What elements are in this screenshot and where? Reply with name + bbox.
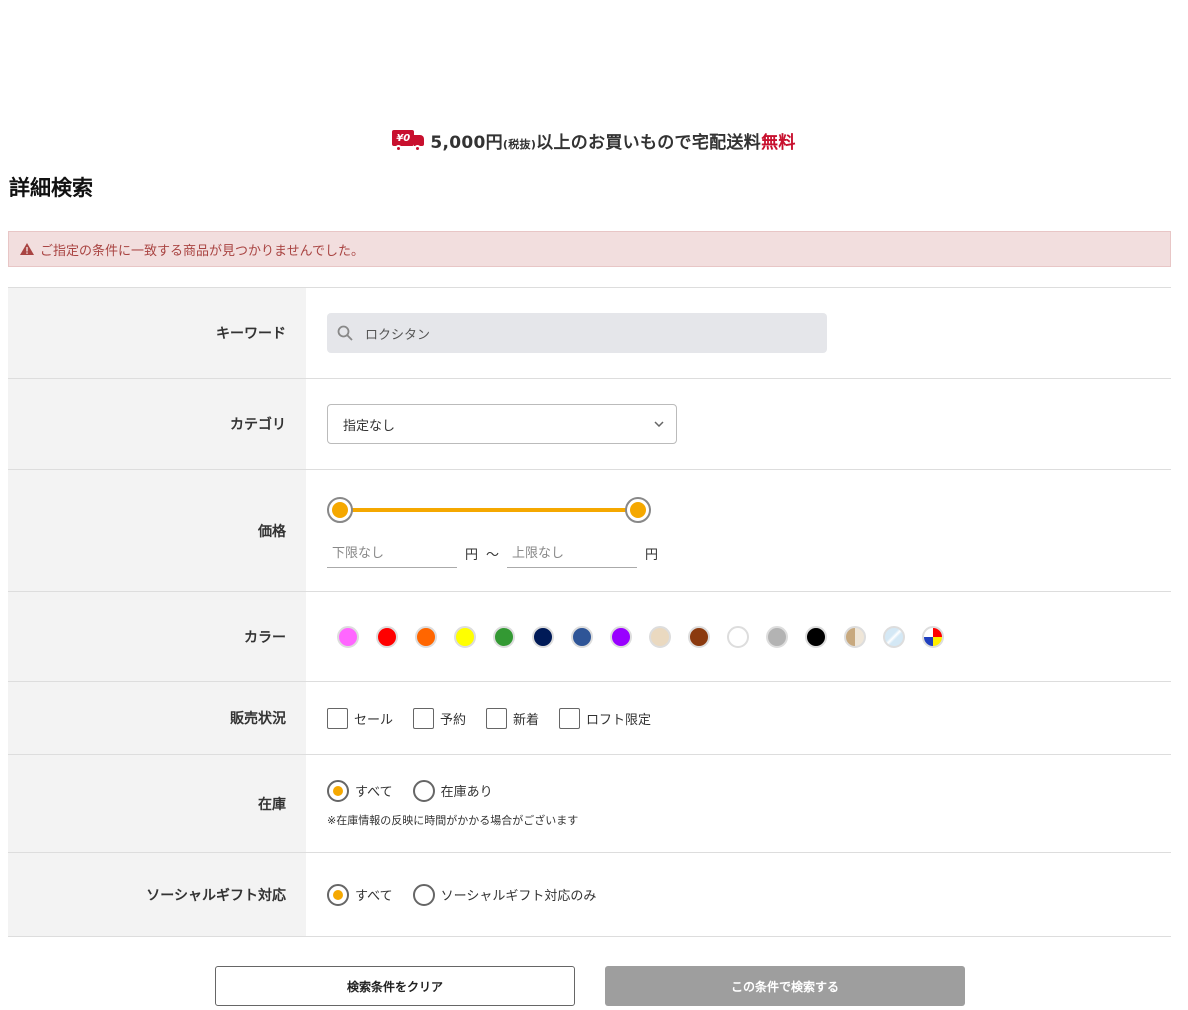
stock-note: ※在庫情報の反映に時間がかかる場合がございます: [327, 813, 579, 827]
price-slider[interactable]: [327, 496, 653, 526]
keyword-label: キーワード: [8, 288, 307, 378]
price-slider-track: [340, 507, 640, 512]
radio-label: 在庫あり: [440, 785, 493, 800]
color-row: カラー: [8, 592, 1171, 682]
checkbox-new[interactable]: 新着: [486, 707, 540, 729]
radio-stock-all[interactable]: すべて: [327, 779, 393, 802]
radio-stock-available[interactable]: 在庫あり: [412, 779, 493, 802]
radio-gift-all[interactable]: すべて: [327, 883, 393, 906]
warning-icon: [20, 243, 34, 255]
color-swatch[interactable]: [805, 625, 827, 648]
checkbox-label: 新着: [513, 712, 540, 728]
keyword-row: キーワード: [8, 288, 1171, 379]
price-max-input[interactable]: [507, 539, 638, 568]
color-swatch[interactable]: [337, 625, 359, 648]
keyword-input[interactable]: [365, 325, 785, 341]
color-swatch[interactable]: [883, 625, 905, 648]
checkbox-loft-exclusive[interactable]: ロフト限定: [559, 707, 652, 729]
checkbox-box[interactable]: [486, 707, 508, 729]
color-swatch[interactable]: [688, 625, 710, 648]
checkbox-box[interactable]: [413, 707, 435, 729]
sales-status-row: 販売状況 セール 予約 新着 ロフト限定: [8, 682, 1171, 755]
banner-amount: 5,000円: [430, 132, 503, 153]
checkbox-reservation[interactable]: 予約: [413, 707, 467, 729]
radio-label: すべて: [355, 785, 393, 800]
radio-label: すべて: [355, 889, 393, 904]
color-swatch[interactable]: [493, 625, 515, 648]
checkbox-sale[interactable]: セール: [327, 707, 394, 729]
category-label: カテゴリ: [8, 379, 307, 469]
social-gift-row: ソーシャルギフト対応 すべて ソーシャルギフト対応のみ: [8, 853, 1171, 937]
page-title: 詳細検索: [9, 176, 93, 200]
search-form: キーワード カテゴリ 指定なし 価格 円: [8, 287, 1171, 937]
color-swatch[interactable]: [922, 625, 944, 648]
color-swatches: [327, 625, 1171, 648]
alert-message: ご指定の条件に一致する商品が見つかりませんでした。: [40, 243, 364, 259]
color-swatch[interactable]: [376, 625, 398, 648]
radio-label: ソーシャルギフト対応のみ: [440, 889, 597, 904]
checkbox-label: セール: [354, 712, 394, 728]
color-swatch[interactable]: [454, 625, 476, 648]
banner-tax: (税抜): [502, 137, 537, 151]
color-label: カラー: [8, 592, 307, 681]
category-row: カテゴリ 指定なし: [8, 379, 1171, 470]
search-icon: [337, 325, 353, 341]
color-swatch[interactable]: [415, 625, 437, 648]
keyword-search-box: [327, 313, 827, 353]
chevron-down-icon: [654, 421, 664, 427]
checkbox-box[interactable]: [327, 707, 348, 729]
checkbox-label: ロフト限定: [586, 712, 652, 728]
color-swatch[interactable]: [571, 625, 593, 648]
checkbox-box[interactable]: [559, 707, 581, 729]
price-min-input[interactable]: [327, 539, 457, 568]
price-slider-min-handle[interactable]: [327, 496, 353, 523]
search-with-conditions-button[interactable]: この条件で検索する: [605, 966, 965, 1006]
no-results-alert: ご指定の条件に一致する商品が見つかりませんでした。: [8, 231, 1171, 267]
clear-conditions-button[interactable]: 検索条件をクリア: [215, 966, 575, 1006]
radio-circle[interactable]: [412, 883, 435, 906]
checkbox-label: 予約: [440, 712, 467, 728]
category-selected-value: 指定なし: [343, 418, 396, 434]
banner-body: 以上のお買いもので宅配送料: [536, 132, 762, 153]
price-row: 価格 円 ～ 円: [8, 470, 1171, 592]
free-shipping-banner: ¥0 5,000円(税抜)以上のお買いもので宅配送料無料: [0, 124, 1188, 156]
price-label: 価格: [8, 470, 307, 591]
category-select[interactable]: 指定なし: [327, 404, 677, 444]
color-swatch[interactable]: [766, 625, 788, 648]
color-swatch[interactable]: [610, 625, 632, 648]
color-swatch[interactable]: [727, 625, 749, 648]
radio-circle[interactable]: [327, 779, 349, 802]
stock-row: 在庫 すべて 在庫あり ※在庫情報の反映に時間がかかる場合がございます: [8, 755, 1171, 853]
price-max-unit: 円: [645, 548, 659, 563]
truck-label: ¥0: [392, 130, 415, 146]
radio-circle[interactable]: [327, 883, 349, 906]
color-swatch[interactable]: [532, 625, 554, 648]
banner-text: 5,000円(税抜)以上のお買いもので宅配送料無料: [430, 128, 795, 153]
social-gift-label: ソーシャルギフト対応: [8, 853, 307, 936]
radio-gift-only[interactable]: ソーシャルギフト対応のみ: [412, 883, 597, 906]
stock-label: 在庫: [8, 755, 307, 852]
radio-circle[interactable]: [412, 779, 435, 802]
color-swatch[interactable]: [844, 625, 866, 648]
price-separator: ～: [486, 548, 500, 563]
delivery-truck-icon: ¥0: [392, 128, 425, 152]
banner-free: 無料: [761, 132, 796, 153]
sales-status-label: 販売状況: [8, 682, 307, 754]
price-min-unit: 円: [465, 548, 479, 563]
color-swatch[interactable]: [649, 625, 671, 648]
price-slider-max-handle[interactable]: [625, 496, 651, 523]
